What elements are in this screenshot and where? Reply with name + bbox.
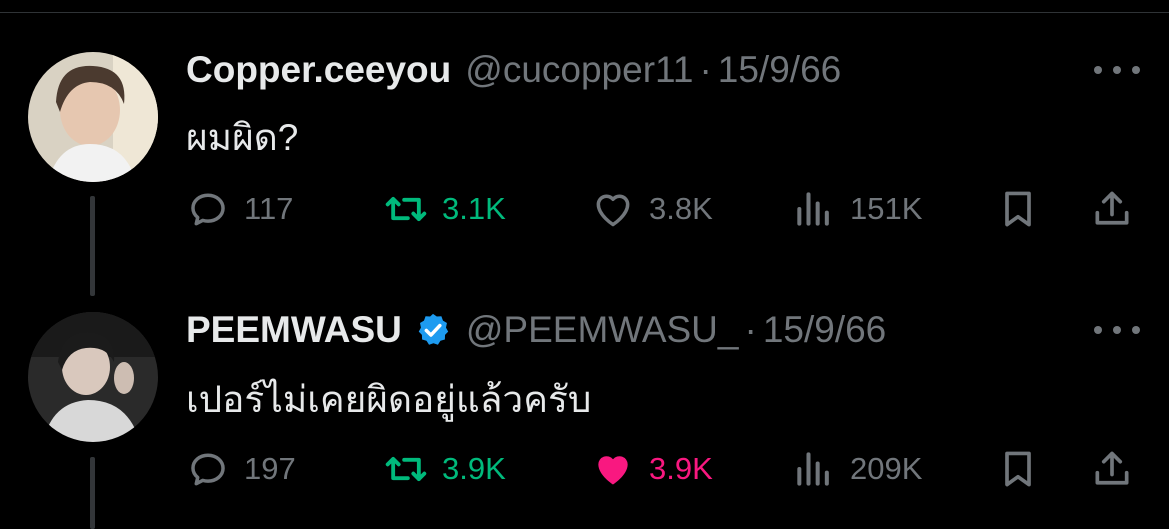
bookmark-button[interactable] [996, 446, 1040, 492]
timestamp[interactable]: 15/9/66 [718, 49, 841, 91]
share-button[interactable] [1090, 446, 1134, 492]
like-button[interactable]: 3.8K [591, 186, 713, 232]
tweet-header: Copper.ceeyou @cucopper11 · 15/9/66 [186, 46, 841, 94]
timestamp[interactable]: 15/9/66 [763, 309, 886, 351]
tweet-1[interactable]: Copper.ceeyou @cucopper11 · 15/9/66 ผมผิ… [0, 0, 1169, 296]
verified-badge-icon[interactable] [414, 311, 452, 349]
like-icon [598, 456, 628, 485]
view-count: 209K [850, 451, 923, 486]
share-icon [1095, 191, 1129, 225]
retweet-button[interactable]: 3.1K [384, 186, 506, 232]
thread-line [90, 196, 95, 296]
tweet-header: PEEMWASU @PEEMWASU_ · 15/9/66 [186, 306, 886, 354]
share-button[interactable] [1090, 186, 1134, 232]
action-bar: 197 3.9K 3.9K 209K [186, 446, 1146, 492]
views-button[interactable]: 209K [792, 446, 922, 492]
retweet-count: 3.1K [442, 191, 506, 226]
reply-count: 117 [244, 191, 294, 226]
reply-button[interactable]: 117 [186, 186, 293, 232]
like-icon [596, 194, 630, 227]
share-icon [1095, 451, 1129, 485]
views-icon [797, 192, 829, 226]
like-count: 3.9K [649, 451, 713, 486]
avatar-copper[interactable] [28, 52, 158, 182]
thread-line-bottom [90, 457, 95, 529]
reply-button[interactable]: 197 [186, 446, 296, 492]
retweet-icon [385, 196, 427, 222]
retweet-count: 3.9K [442, 451, 506, 486]
separator: · [744, 309, 757, 350]
tweet-text: เปอร์ไม่เคยผิดอยู่แล้วครับ [186, 379, 592, 420]
bookmark-icon [1005, 191, 1031, 227]
like-count: 3.8K [649, 191, 713, 226]
handle[interactable]: @PEEMWASU_ [466, 309, 739, 351]
bookmark-button[interactable] [996, 186, 1040, 232]
view-count: 151K [850, 191, 923, 226]
reply-icon [191, 453, 225, 486]
views-button[interactable]: 151K [792, 186, 922, 232]
reply-count: 197 [244, 451, 296, 486]
more-icon[interactable] [1094, 320, 1140, 340]
retweet-icon [385, 456, 427, 482]
separator: · [699, 49, 712, 90]
reply-icon [191, 193, 225, 226]
display-name[interactable]: Copper.ceeyou [186, 49, 451, 91]
more-icon[interactable] [1094, 60, 1140, 80]
handle[interactable]: @cucopper11 [465, 49, 693, 91]
tweet-text: ผมผิด? [186, 117, 299, 158]
bookmark-icon [1005, 451, 1031, 487]
display-name[interactable]: PEEMWASU [186, 309, 402, 351]
views-icon [797, 452, 829, 486]
tweet-2[interactable]: PEEMWASU @PEEMWASU_ · 15/9/66 เปอร์ไม่เค… [0, 290, 1169, 529]
action-bar: 117 3.1K 3.8K 151K [186, 186, 1146, 232]
like-button[interactable]: 3.9K [591, 446, 713, 492]
retweet-button[interactable]: 3.9K [384, 446, 506, 492]
avatar-peemwasu[interactable] [28, 312, 158, 442]
